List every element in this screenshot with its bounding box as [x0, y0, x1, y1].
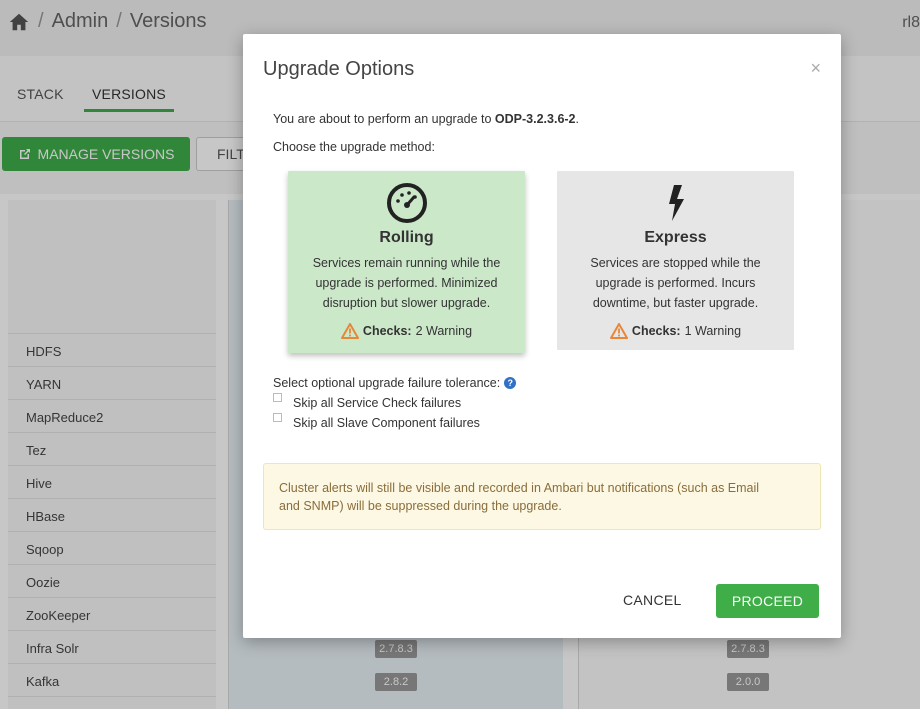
express-checks[interactable]: Checks: 1 Warning [557, 323, 794, 339]
rolling-description: Services remain running while the upgrad… [312, 256, 501, 310]
help-icon[interactable]: ? [504, 377, 517, 389]
rolling-checks-label: Checks: [362, 324, 412, 338]
speedometer-icon [386, 183, 427, 223]
intro-prefix: You are about to perform an upgrade to [273, 112, 495, 126]
upgrade-intro: You are about to perform an upgrade to O… [273, 112, 579, 126]
rolling-upgrade-option[interactable]: Rolling Services remain running while th… [288, 171, 525, 353]
close-icon[interactable]: × [810, 58, 821, 79]
express-checks-value: 1 Warning [684, 324, 742, 338]
rolling-checks[interactable]: Checks: 2 Warning [288, 323, 525, 339]
intro-suffix: . [575, 112, 579, 126]
warning-icon [609, 323, 628, 339]
express-upgrade-option[interactable]: Express Services are stopped while the u… [557, 171, 794, 350]
target-version: ODP-3.2.3.6-2 [494, 112, 576, 126]
tolerance-text: Select optional upgrade failure toleranc… [273, 376, 501, 390]
skip-slave-component-checkbox[interactable] [273, 412, 282, 422]
skip-service-check-row: Skip all Service Check failures [273, 392, 461, 410]
lightning-bolt-icon [668, 185, 684, 221]
skip-slave-component-row: Skip all Slave Component failures [273, 412, 480, 430]
express-checks-label: Checks: [631, 324, 681, 338]
skip-slave-component-label[interactable]: Skip all Slave Component failures [293, 416, 480, 430]
dialog-title: Upgrade Options [263, 58, 415, 80]
choose-method-label: Choose the upgrade method: [273, 140, 435, 154]
express-title: Express [644, 229, 707, 246]
rolling-checks-value: 2 Warning [415, 324, 473, 338]
proceed-button[interactable]: PROCEED [716, 584, 819, 618]
skip-service-check-checkbox[interactable] [273, 392, 282, 402]
upgrade-options-dialog: Upgrade Options × You are about to perfo… [243, 34, 841, 638]
express-description: Services are stopped while the upgrade i… [590, 256, 761, 310]
cancel-button[interactable]: CANCEL [623, 592, 682, 608]
alert-notice: Cluster alerts will still be visible and… [263, 463, 821, 530]
failure-tolerance-label: Select optional upgrade failure toleranc… [273, 376, 517, 390]
warning-icon [340, 323, 359, 339]
rolling-title: Rolling [379, 229, 434, 246]
skip-service-check-label[interactable]: Skip all Service Check failures [293, 396, 461, 410]
